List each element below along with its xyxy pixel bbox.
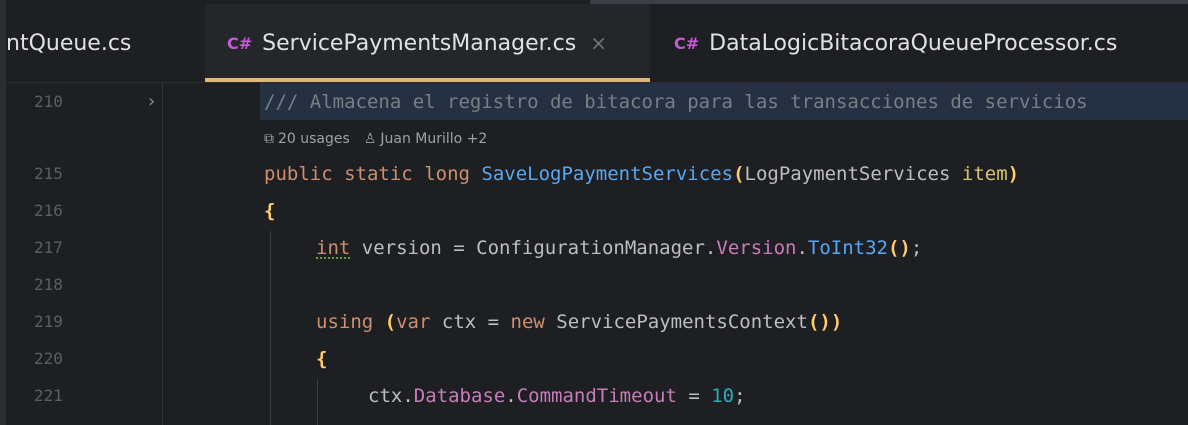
user-icon: ♙: [363, 131, 377, 147]
close-icon[interactable]: ×: [590, 31, 607, 55]
tab-label: ServicePaymentsManager.cs: [262, 30, 577, 56]
csharp-file-icon: C#: [227, 33, 253, 53]
ide-window: ntQueue.cs C# ServicePaymentsManager.cs …: [0, 0, 1188, 425]
line-number: 219: [34, 312, 63, 331]
code-line: 216 {: [6, 192, 1188, 229]
code-vision-hint: ⧉ 20 usages ♙ Juan Murillo +2: [264, 131, 487, 147]
active-tab-indicator: [205, 78, 650, 82]
line-number: 215: [34, 164, 63, 183]
line-number: 217: [34, 238, 63, 257]
method-signature: public static long SaveLogPaymentService…: [264, 162, 1020, 185]
code-line: 215 public static long SaveLogPaymentSer…: [6, 155, 1188, 192]
code-line: 218: [6, 266, 1188, 303]
external-link-icon: ⧉: [264, 131, 274, 147]
line-number: 218: [34, 275, 63, 294]
doc-comment: /// Almacena el registro de bitacora par…: [264, 90, 1088, 113]
line-number: 220: [34, 349, 63, 368]
code-line: 210 /// Almacena el registro de bitacora…: [6, 83, 1188, 120]
open-brace: {: [316, 347, 328, 370]
open-brace: {: [264, 199, 276, 222]
code-line: 219 using (var ctx = new ServicePayments…: [6, 303, 1188, 340]
timeout-statement: ctx.Database.CommandTimeout = 10;: [368, 384, 746, 407]
tab-label: ntQueue.cs: [6, 30, 132, 56]
authors-link[interactable]: Juan Murillo +2: [380, 131, 487, 147]
line-number: 216: [34, 201, 63, 220]
using-statement: using (var ctx = new ServicePaymentsCont…: [316, 310, 843, 333]
version-statement: int version = ConfigurationManager.Versi…: [316, 236, 923, 259]
tab-servicepaymentsmanager[interactable]: C# ServicePaymentsManager.cs ×: [205, 4, 650, 82]
code-editor[interactable]: › 210 /// Almacena el registro de bitaco…: [6, 83, 1188, 425]
code-line: 220 {: [6, 340, 1188, 377]
csharp-file-icon: C#: [674, 33, 700, 53]
tab-label: DataLogicBitacoraQueueProcessor.cs: [709, 30, 1118, 56]
editor-tab-bar: ntQueue.cs C# ServicePaymentsManager.cs …: [6, 4, 1188, 83]
line-number: 221: [34, 386, 63, 405]
code-line: 217 int version = ConfigurationManager.V…: [6, 229, 1188, 266]
code-line: 221 ctx.Database.CommandTimeout = 10;: [6, 377, 1188, 414]
line-number: 210: [34, 92, 63, 111]
tab-datalogicbitacora[interactable]: C# DataLogicBitacoraQueueProcessor.cs: [674, 4, 1117, 82]
tab-ntqueue[interactable]: ntQueue.cs: [6, 4, 131, 82]
usages-link[interactable]: 20 usages: [278, 131, 350, 147]
